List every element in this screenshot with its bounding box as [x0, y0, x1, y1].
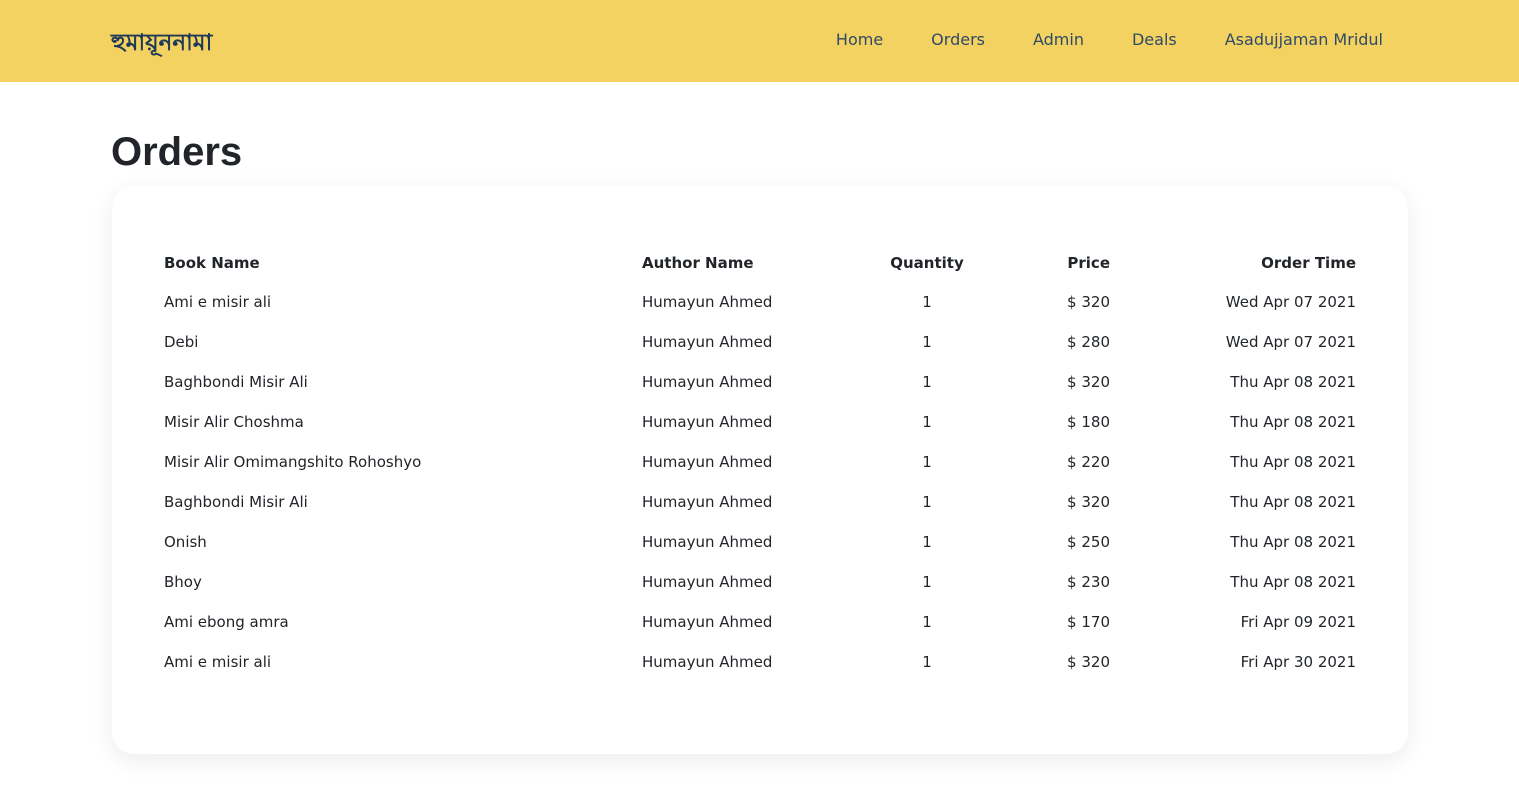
table-row: Ami ebong amra Humayun Ahmed 1 $ 170 Fri… [164, 602, 1356, 642]
table-row: Misir Alir Omimangshito Rohoshyo Humayun… [164, 442, 1356, 482]
cell-order-time: Wed Apr 07 2021 [1225, 333, 1356, 351]
cell-quantity: 1 [922, 613, 932, 631]
cell-quantity: 1 [922, 373, 932, 391]
cell-order-time: Thu Apr 08 2021 [1230, 373, 1356, 391]
cell-author-name: Humayun Ahmed [642, 333, 773, 351]
cell-book-name: Ami e misir ali [164, 293, 272, 311]
cell-order-time: Thu Apr 08 2021 [1230, 573, 1356, 591]
cell-author-name: Humayun Ahmed [642, 613, 773, 631]
cell-quantity: 1 [922, 653, 932, 671]
nav-link-deals[interactable]: Deals [1132, 30, 1177, 49]
table-row: Baghbondi Misir Ali Humayun Ahmed 1 $ 32… [164, 362, 1356, 402]
table-row: Onish Humayun Ahmed 1 $ 250 Thu Apr 08 2… [164, 522, 1356, 562]
header-price: Price [1067, 254, 1110, 272]
cell-quantity: 1 [922, 573, 932, 591]
cell-price: $ 320 [1067, 653, 1110, 671]
cell-quantity: 1 [922, 533, 932, 551]
cell-author-name: Humayun Ahmed [642, 373, 773, 391]
cell-quantity: 1 [922, 493, 932, 511]
cell-book-name: Bhoy [164, 573, 202, 591]
cell-author-name: Humayun Ahmed [642, 453, 773, 471]
table-body: Ami e misir ali Humayun Ahmed 1 $ 320 We… [164, 282, 1356, 682]
cell-price: $ 220 [1067, 453, 1110, 471]
cell-order-time: Wed Apr 07 2021 [1225, 293, 1356, 311]
nav-link-orders[interactable]: Orders [931, 30, 985, 49]
cell-order-time: Fri Apr 09 2021 [1240, 613, 1356, 631]
nav-link-home[interactable]: Home [836, 30, 883, 49]
cell-quantity: 1 [922, 333, 932, 351]
cell-book-name: Baghbondi Misir Ali [164, 493, 308, 511]
cell-book-name: Onish [164, 533, 207, 551]
cell-price: $ 280 [1067, 333, 1110, 351]
cell-book-name: Baghbondi Misir Ali [164, 373, 308, 391]
cell-book-name: Misir Alir Choshma [164, 413, 304, 431]
table-row: Debi Humayun Ahmed 1 $ 280 Wed Apr 07 20… [164, 322, 1356, 362]
cell-book-name: Misir Alir Omimangshito Rohoshyo [164, 453, 422, 471]
table-header: Book Name Author Name Quantity Price Ord… [164, 244, 1356, 282]
cell-price: $ 230 [1067, 573, 1110, 591]
header-book-name: Book Name [164, 254, 260, 272]
cell-author-name: Humayun Ahmed [642, 653, 773, 671]
header-author-name: Author Name [642, 254, 754, 272]
navbar: হুমায়ূননামা Home Orders Admin Deals Asa… [0, 0, 1519, 82]
cell-author-name: Humayun Ahmed [642, 573, 773, 591]
cell-price: $ 180 [1067, 413, 1110, 431]
cell-quantity: 1 [922, 453, 932, 471]
cell-order-time: Thu Apr 08 2021 [1230, 453, 1356, 471]
cell-price: $ 170 [1067, 613, 1110, 631]
table-row: Ami e misir ali Humayun Ahmed 1 $ 320 Fr… [164, 642, 1356, 682]
page-title: Orders [111, 130, 243, 174]
orders-card: Book Name Author Name Quantity Price Ord… [112, 186, 1408, 754]
cell-order-time: Fri Apr 30 2021 [1240, 653, 1356, 671]
cell-book-name: Ami ebong amra [164, 613, 289, 631]
cell-author-name: Humayun Ahmed [642, 493, 773, 511]
table-row: Baghbondi Misir Ali Humayun Ahmed 1 $ 32… [164, 482, 1356, 522]
cell-quantity: 1 [922, 413, 932, 431]
nav-links: Home Orders Admin Deals Asadujjaman Mrid… [836, 30, 1383, 49]
cell-author-name: Humayun Ahmed [642, 533, 773, 551]
cell-order-time: Thu Apr 08 2021 [1230, 413, 1356, 431]
cell-order-time: Thu Apr 08 2021 [1230, 533, 1356, 551]
orders-table: Book Name Author Name Quantity Price Ord… [164, 244, 1356, 682]
brand-logo[interactable]: হুমায়ূননামা [111, 24, 212, 63]
table-row: Bhoy Humayun Ahmed 1 $ 230 Thu Apr 08 20… [164, 562, 1356, 602]
cell-book-name: Ami e misir ali [164, 653, 272, 671]
nav-link-user[interactable]: Asadujjaman Mridul [1225, 30, 1383, 49]
table-row: Misir Alir Choshma Humayun Ahmed 1 $ 180… [164, 402, 1356, 442]
nav-link-admin[interactable]: Admin [1033, 30, 1084, 49]
cell-order-time: Thu Apr 08 2021 [1230, 493, 1356, 511]
header-quantity: Quantity [890, 254, 964, 272]
cell-price: $ 320 [1067, 373, 1110, 391]
cell-author-name: Humayun Ahmed [642, 293, 773, 311]
cell-book-name: Debi [164, 333, 199, 351]
cell-quantity: 1 [922, 293, 932, 311]
cell-author-name: Humayun Ahmed [642, 413, 773, 431]
cell-price: $ 250 [1067, 533, 1110, 551]
cell-price: $ 320 [1067, 293, 1110, 311]
table-header-row: Book Name Author Name Quantity Price Ord… [164, 244, 1356, 282]
table-row: Ami e misir ali Humayun Ahmed 1 $ 320 We… [164, 282, 1356, 322]
cell-price: $ 320 [1067, 493, 1110, 511]
header-order-time: Order Time [1261, 254, 1356, 272]
